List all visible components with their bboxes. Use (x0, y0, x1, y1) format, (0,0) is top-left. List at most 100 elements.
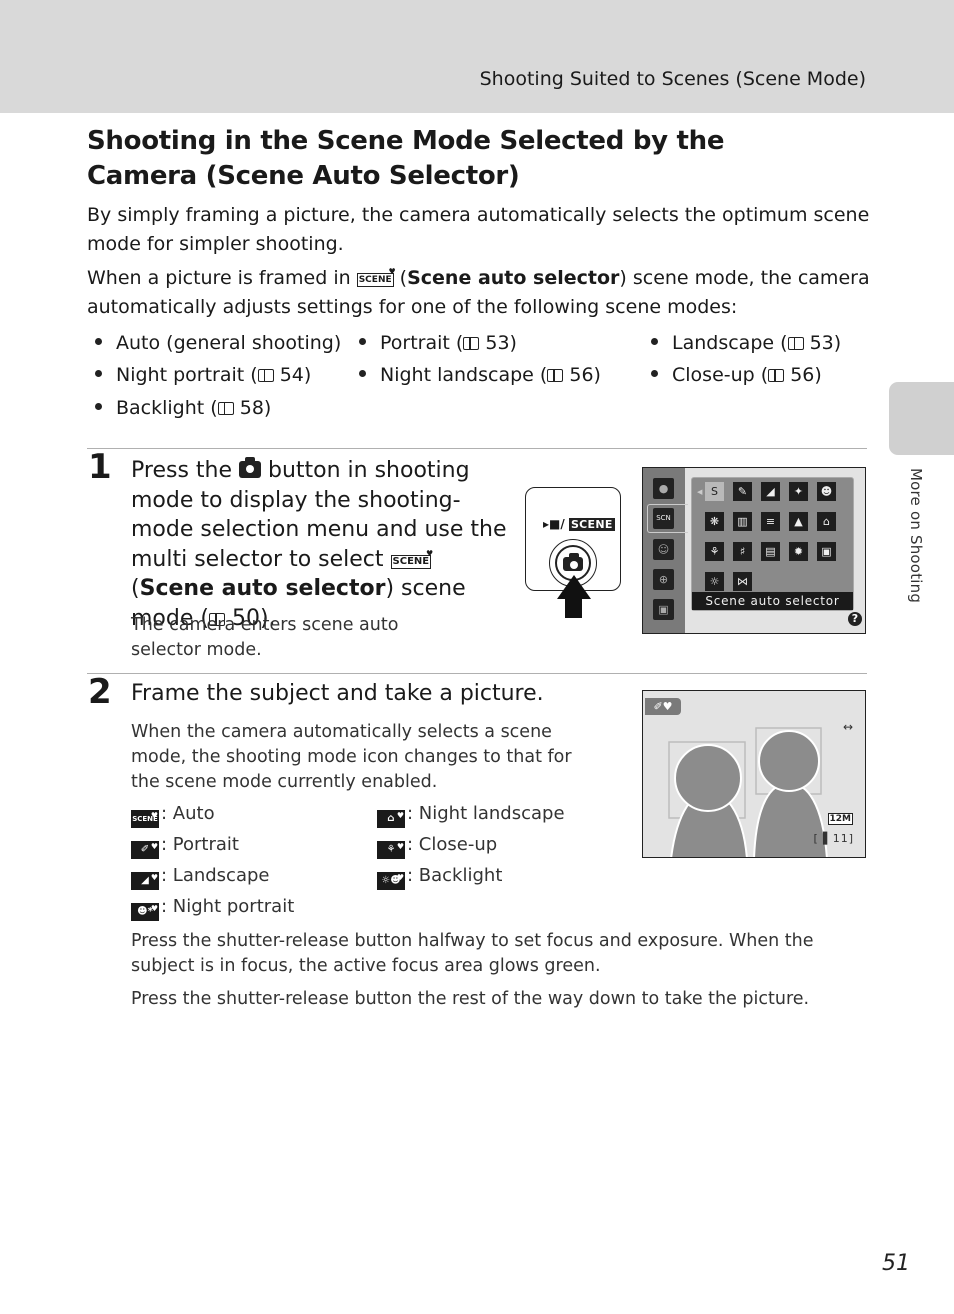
smart-portrait-icon[interactable]: ☺ (653, 539, 674, 560)
camera-icon (563, 553, 583, 571)
list-item: Night landscape ( 56) (359, 364, 601, 386)
exposures-remaining: [▐ 11] (813, 832, 854, 845)
subject-head-right (758, 730, 820, 792)
legend-item: ☻*: Night portrait (131, 896, 294, 921)
image-size-indicator: 12M (827, 813, 853, 825)
step-number: 1 (88, 447, 112, 487)
step-1-instruction: Press the button in shooting mode to dis… (131, 456, 521, 633)
page-reference[interactable]: 56) (784, 364, 822, 386)
page-reference[interactable]: 53) (804, 332, 842, 354)
backlight-icon[interactable]: ☼ (705, 572, 724, 591)
subject-head-left (674, 744, 742, 812)
landscape-icon: ◢ (131, 869, 159, 890)
divider (87, 448, 867, 449)
legend-item: ⚘: Close-up (377, 834, 497, 859)
subject-tracking-icon[interactable]: ⊕ (653, 569, 674, 590)
scene-auto-icon[interactable]: S (705, 482, 724, 501)
scene-auto-selector-icon: SCENE (390, 548, 433, 569)
shooting-mode-indicator: ✐♥ (645, 698, 681, 715)
movie-icon: ▸■ (543, 517, 561, 531)
bullet-icon (651, 338, 658, 345)
step-2-description: When the camera automatically selects a … (131, 722, 572, 792)
night-portrait-icon[interactable]: ☻ (817, 482, 836, 501)
night-landscape-icon: ⌂ (377, 807, 405, 828)
legend-item: ⌂: Night landscape (377, 803, 565, 828)
button-label: ▸■/ SCENE (543, 517, 615, 531)
list-item: Backlight ( 58) (95, 397, 271, 419)
viewfinder-display: ✐♥ ↔ 12M [▐ 11] (642, 690, 866, 858)
caret-left-icon: ◀ (697, 488, 703, 496)
legend-item: ✐: Portrait (131, 834, 239, 859)
section-tab[interactable] (889, 382, 954, 455)
bullet-icon (95, 370, 102, 377)
shoot-instruction: Press the shutter-release button the res… (131, 989, 810, 1009)
food-icon[interactable]: ♯ (733, 542, 752, 561)
page-reference[interactable]: 58) (234, 397, 272, 419)
list-item: Auto (general shooting) (95, 332, 341, 354)
focus-instruction: Press the shutter-release button halfway… (131, 931, 814, 976)
night-landscape-icon[interactable]: ⌂ (817, 512, 836, 531)
book-reference-icon (463, 337, 480, 350)
sunset-icon[interactable]: ▲ (789, 512, 808, 531)
scene-auto-selector-icon: SCENE (356, 266, 396, 287)
camera-button-icon (239, 457, 261, 478)
list-item: Landscape ( 53) (651, 332, 841, 354)
movie-icon[interactable]: ▣ (653, 599, 674, 620)
backlight-icon: ☼☻ (377, 869, 405, 890)
book-reference-icon (257, 369, 274, 382)
step-2-title: Frame the subject and take a picture. (131, 681, 544, 706)
page-title: Shooting in the Scene Mode Selected by t… (87, 126, 725, 191)
list-item: Night portrait ( 54) (95, 364, 311, 386)
close-up-icon: ⚘ (377, 838, 405, 859)
party-indoor-icon[interactable]: ❋ (705, 512, 724, 531)
landscape-icon[interactable]: ◢ (761, 482, 780, 501)
scene-grid-panel: ◀ S ✎ ◢ ✦ ☻ ❋ ▥ ≡ ▲ ⌂ ⚘ ♯ ▤ ✹ ▣ ☼ ⋈ Scen… (691, 477, 854, 611)
sports-icon[interactable]: ✦ (789, 482, 808, 501)
page-reference[interactable]: 53) (479, 332, 517, 354)
legend-item: ◢: Landscape (131, 865, 269, 890)
intro-paragraph-2: When a picture is framed in SCENE (Scene… (87, 264, 877, 322)
section-tab-label: More on Shooting (907, 468, 925, 604)
menu-caption: Scene auto selector (692, 592, 853, 610)
step-number: 2 (88, 672, 112, 712)
shooting-mode-menu-screen: ● SCN ☺ ⊕ ▣ ◀ S ✎ ◢ ✦ ☻ ❋ ▥ ≡ ▲ ⌂ ⚘ ♯ ▤ … (642, 467, 866, 634)
bullet-icon (651, 370, 658, 377)
legend-item: SCENE: Auto (131, 803, 215, 828)
panorama-icon[interactable]: ⋈ (733, 572, 752, 591)
portrait-icon[interactable]: ✎ (733, 482, 752, 501)
night-portrait-icon: ☻* (131, 900, 159, 921)
snow-icon[interactable]: ≡ (761, 512, 780, 531)
press-arrow-icon (557, 575, 591, 599)
vibration-reduction-icon: ↔ (842, 720, 853, 734)
divider (87, 673, 867, 674)
help-icon[interactable]: ? (848, 612, 862, 626)
list-item: Close-up ( 56) (651, 364, 822, 386)
scene-auto-icon[interactable]: SCN (653, 508, 674, 529)
fireworks-icon[interactable]: ✹ (789, 542, 808, 561)
mode-rail: ● SCN ☺ ⊕ ▣ (643, 468, 688, 633)
camera-icon[interactable]: ● (653, 478, 674, 499)
bullet-icon (359, 338, 366, 345)
scene-auto-icon: SCENE (131, 807, 159, 828)
page-reference[interactable]: 54) (274, 364, 312, 386)
beach-icon[interactable]: ▥ (733, 512, 752, 531)
portrait-icon: ✐ (131, 838, 159, 859)
museum-icon[interactable]: ▤ (761, 542, 780, 561)
legend-item: ☼☻: Backlight (377, 865, 502, 890)
book-reference-icon (217, 402, 234, 415)
scene-label: SCENE (568, 518, 615, 531)
book-reference-icon (547, 369, 564, 382)
scene-auto-selector-term: Scene auto selector (407, 267, 620, 289)
book-reference-icon (768, 369, 785, 382)
intro-paragraph: By simply framing a picture, the camera … (87, 204, 870, 255)
page-reference[interactable]: 56) (563, 364, 601, 386)
press-arrow-shaft (565, 598, 582, 618)
book-reference-icon (787, 337, 804, 350)
bullet-icon (95, 338, 102, 345)
step-1-note: The camera enters scene auto selector mo… (131, 615, 399, 660)
close-up-icon[interactable]: ⚘ (705, 542, 724, 561)
copy-icon[interactable]: ▣ (817, 542, 836, 561)
running-head: Shooting Suited to Scenes (Scene Mode) (479, 68, 866, 90)
bullet-icon (359, 370, 366, 377)
list-item: Portrait ( 53) (359, 332, 517, 354)
